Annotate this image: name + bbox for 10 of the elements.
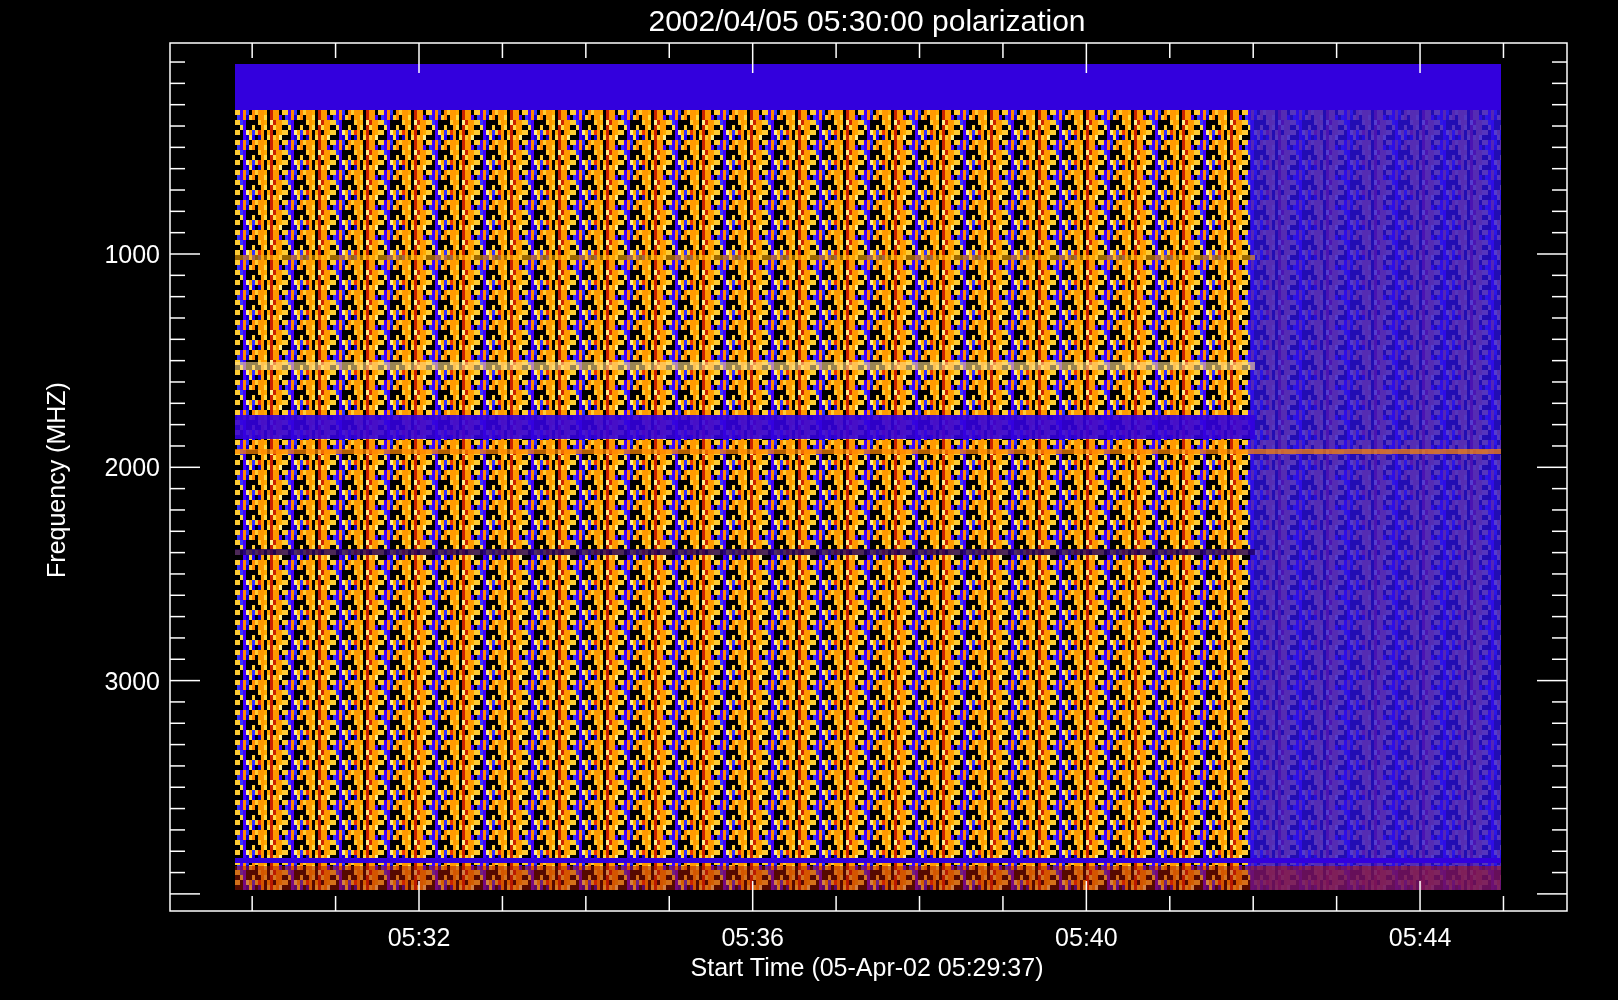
tick-label: 05:32 <box>387 923 451 951</box>
tick-label: 05:44 <box>1388 923 1452 951</box>
axis-label: Start Time (05-Apr-02 05:29:37) <box>690 953 1044 981</box>
tick-label: 05:36 <box>721 923 784 951</box>
plot-title: 2002/04/05 05:30:00 polarization <box>648 4 1086 37</box>
tick-label: 1000 <box>104 240 160 268</box>
tick-label: 2000 <box>104 453 160 482</box>
axis-label: Frequency (MHZ) <box>42 382 70 578</box>
tick-label: 05:40 <box>1055 923 1118 951</box>
tick-label: 3000 <box>104 666 160 695</box>
